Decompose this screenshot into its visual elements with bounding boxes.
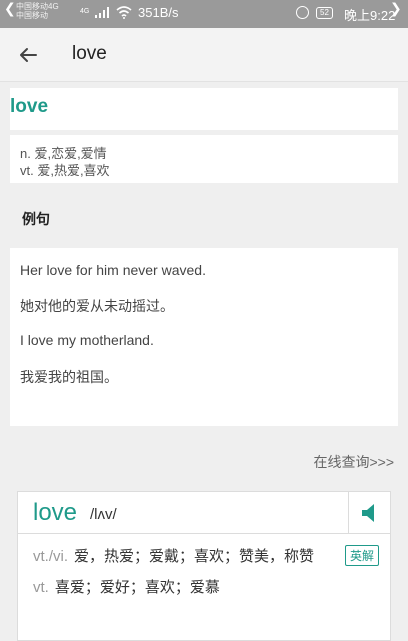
dictionary-word: love bbox=[33, 499, 78, 526]
page-title: love bbox=[72, 43, 107, 64]
examples-card: Her love for him never waved. 她对他的爱从未动摇过… bbox=[10, 248, 398, 426]
dictionary-popup: love /lʌv/ vt./vi. 爱，热爱；爱戴；喜欢；赞美，称赞 vt. 喜爱… bbox=[17, 491, 391, 641]
carrier-secondary: 中国移动 bbox=[16, 11, 48, 20]
status-bar: ❮ 中国移动4G 中国移动 4G 351B/s 52 晚上9:22 ❯ bbox=[0, 0, 408, 28]
right-edge-arrow-icon: ❯ bbox=[390, 0, 402, 16]
part-of-speech: vt./vi. bbox=[33, 548, 69, 565]
network-speed: 351B/s bbox=[138, 5, 179, 20]
definition-line: vt. 爱,热爱,喜欢 bbox=[20, 163, 110, 178]
app-bar: love bbox=[0, 28, 408, 82]
online-query-link[interactable]: 在线查询>>> bbox=[313, 452, 394, 472]
arrow-left-icon[interactable] bbox=[14, 41, 42, 69]
carrier-primary: 中国移动4G bbox=[16, 2, 59, 11]
dictionary-meanings: vt./vi. 爱，热爱；爱戴；喜欢；赞美，称赞 vt. 喜爱；爱好；喜欢；爱慕 bbox=[33, 544, 383, 600]
clock-time: 晚上9:22 bbox=[344, 8, 396, 23]
meaning-entry: vt. 喜爱；爱好；喜欢；爱慕 bbox=[33, 575, 383, 600]
network-type: 4G bbox=[80, 8, 90, 15]
speaker-icon[interactable] bbox=[358, 502, 382, 524]
header-divider bbox=[348, 492, 349, 534]
battery-indicator: 52 bbox=[316, 7, 333, 19]
example-translation: 我爱我的祖国。 bbox=[20, 369, 118, 385]
meaning-text: 爱，热爱；爱戴；喜欢；赞美，称赞 bbox=[74, 548, 315, 565]
example-sentence: I love my motherland. bbox=[20, 332, 154, 348]
meaning-text: 喜爱；爱好；喜欢；爱慕 bbox=[54, 579, 220, 596]
word-title: love bbox=[10, 96, 49, 117]
wifi-icon bbox=[116, 6, 132, 19]
meaning-entry: vt./vi. 爱，热爱；爱戴；喜欢；赞美，称赞 bbox=[33, 544, 383, 569]
part-of-speech: vt. bbox=[33, 579, 49, 596]
alarm-icon bbox=[296, 6, 309, 19]
english-explanation-button[interactable]: 英解 bbox=[345, 545, 380, 566]
carrier-info: 中国移动4G 中国移动 bbox=[16, 2, 59, 20]
examples-section-label: 例句 bbox=[22, 211, 50, 227]
example-translation: 她对他的爱从未动摇过。 bbox=[20, 298, 174, 314]
dictionary-header: love /lʌv/ bbox=[18, 492, 390, 534]
definitions-card: n. 爱,恋爱,爱情 vt. 爱,热爱,喜欢 bbox=[10, 135, 398, 183]
example-sentence: Her love for him never waved. bbox=[20, 262, 206, 278]
left-edge-arrow-icon: ❮ bbox=[4, 0, 16, 16]
signal-icon bbox=[95, 7, 109, 18]
phonetic-transcription: /lʌv/ bbox=[90, 506, 117, 523]
word-header-card: love bbox=[10, 88, 398, 130]
